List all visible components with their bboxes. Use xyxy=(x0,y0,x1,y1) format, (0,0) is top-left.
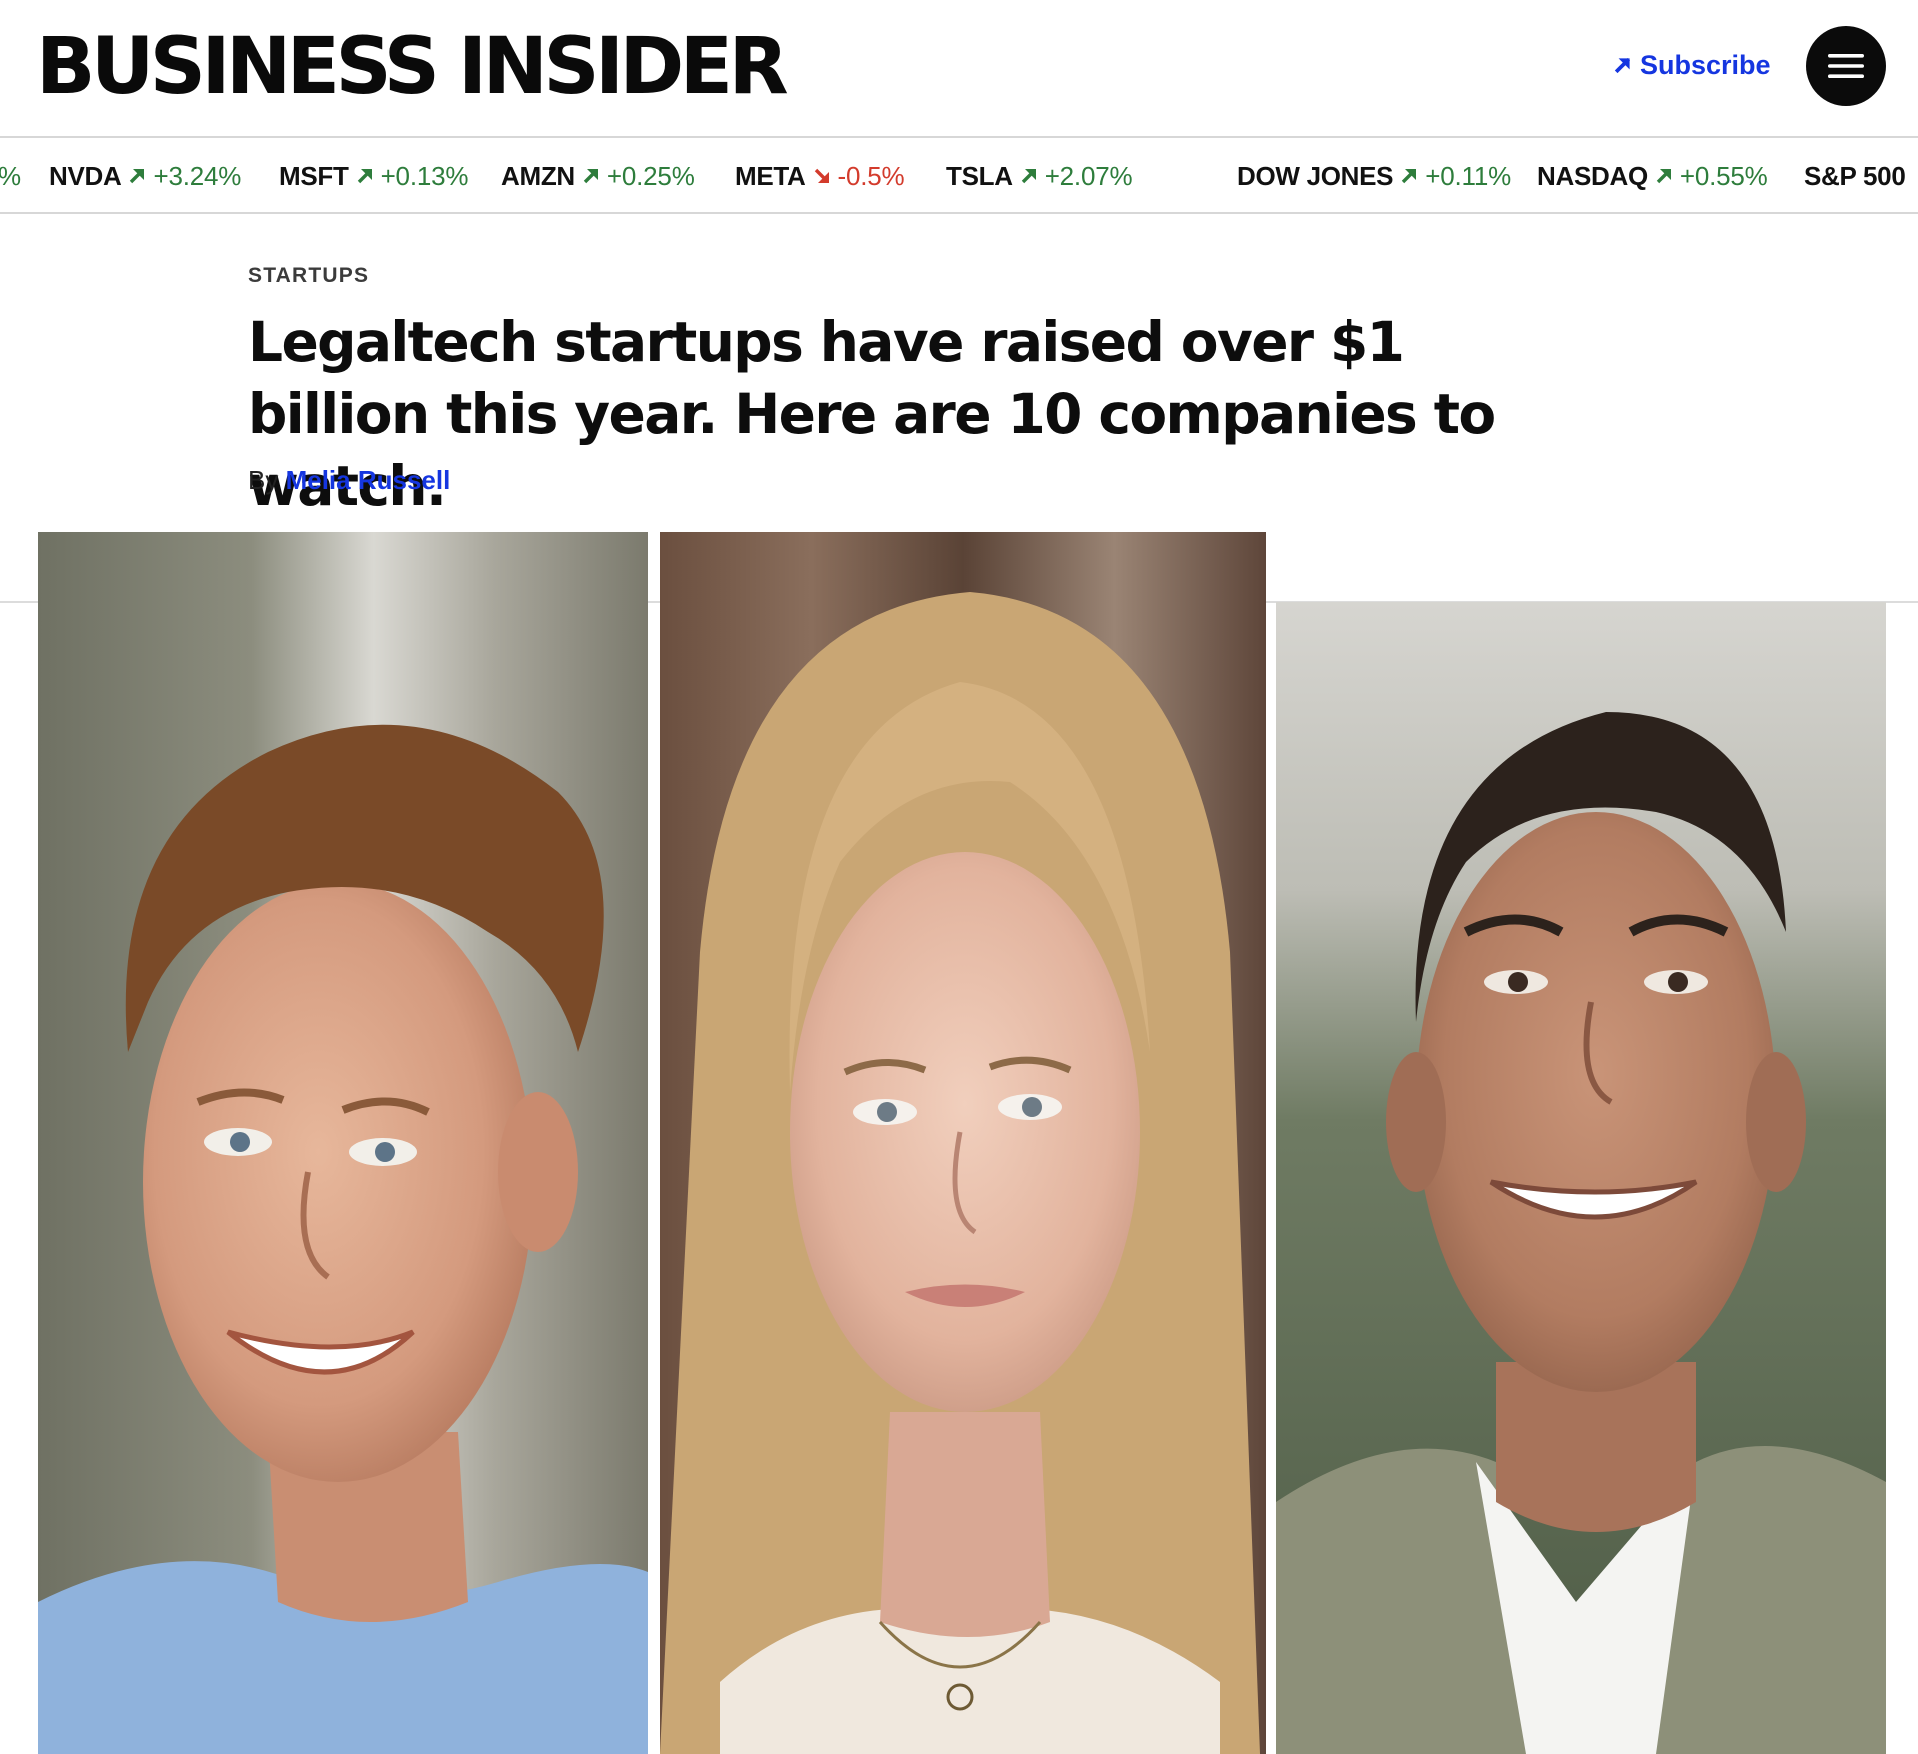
ticker-symbol: TSLA xyxy=(946,161,1013,191)
site-logo[interactable]: BUSINESS INSIDER xyxy=(36,28,789,106)
hamburger-menu-icon xyxy=(1828,54,1864,78)
ticker-change: -0.5% xyxy=(837,161,905,191)
arrow-up-right-icon xyxy=(1402,169,1417,184)
byline: By Melia Russell xyxy=(248,465,450,496)
ticker-change: +3.24% xyxy=(153,161,242,191)
ticker-symbol: META xyxy=(735,161,806,191)
ticker-item-amzn[interactable]: AMZN +0.25% xyxy=(501,140,695,212)
arrow-up-right-icon xyxy=(130,169,145,184)
arrow-up-right-icon xyxy=(1021,169,1036,184)
author-link[interactable]: Melia Russell xyxy=(286,465,451,495)
ticker-symbol: AMZN xyxy=(501,161,575,191)
ticker-item-msft[interactable]: MSFT +0.13% xyxy=(279,140,468,212)
ticker-symbol: NVDA xyxy=(49,161,122,191)
arrow-up-right-icon xyxy=(1656,169,1671,184)
ticker-item-sp500[interactable]: S&P 500 xyxy=(1804,140,1906,212)
ticker-item-dow-jones[interactable]: DOW JONES +0.11% xyxy=(1237,140,1511,212)
site-header: BUSINESS INSIDER Subscribe xyxy=(0,0,1918,138)
menu-button[interactable] xyxy=(1806,26,1886,106)
ticker-change: +0.55% xyxy=(1679,161,1768,191)
byline-prefix: By xyxy=(248,465,279,495)
ticker-symbol: S&P 500 xyxy=(1804,161,1906,191)
portrait-panel-left xyxy=(38,532,648,1754)
ticker-symbol: DOW JONES xyxy=(1237,161,1394,191)
portrait-image xyxy=(1276,602,1886,1754)
hero-image[interactable] xyxy=(38,532,1886,1754)
portrait-image xyxy=(660,532,1266,1754)
ticker-symbol: NASDAQ xyxy=(1537,161,1648,191)
arrow-down-right-icon xyxy=(814,168,829,183)
ticker-change: +2.07% xyxy=(1044,161,1133,191)
arrow-up-right-icon xyxy=(357,169,372,184)
ticker-change: +0.25% xyxy=(606,161,695,191)
ticker-item-meta[interactable]: META -0.5% xyxy=(735,140,905,212)
ticker-item[interactable]: % xyxy=(0,140,21,212)
ticker-change: +0.11% xyxy=(1425,161,1511,191)
category-link[interactable]: STARTUPS xyxy=(248,264,369,288)
portrait-image xyxy=(38,532,648,1754)
ticker-symbol: MSFT xyxy=(279,161,349,191)
ticker-item-nvda[interactable]: NVDA +3.24% xyxy=(49,140,241,212)
ticker-item-tsla[interactable]: TSLA +2.07% xyxy=(946,140,1133,212)
portrait-panel-center xyxy=(660,532,1266,1754)
subscribe-label: Subscribe xyxy=(1640,50,1771,80)
portrait-panel-right xyxy=(1276,602,1886,1754)
ticker-change: % xyxy=(0,161,21,191)
arrow-up-right-icon xyxy=(583,169,598,184)
subscribe-link[interactable]: Subscribe xyxy=(1612,48,1771,82)
ticker-item-nasdaq[interactable]: NASDAQ +0.55% xyxy=(1537,140,1768,212)
ticker-change: +0.13% xyxy=(380,161,469,191)
arrow-up-right-icon xyxy=(1614,57,1631,74)
stock-ticker: % NVDA +3.24% MSFT +0.13% AMZN +0.25% ME… xyxy=(0,140,1918,214)
